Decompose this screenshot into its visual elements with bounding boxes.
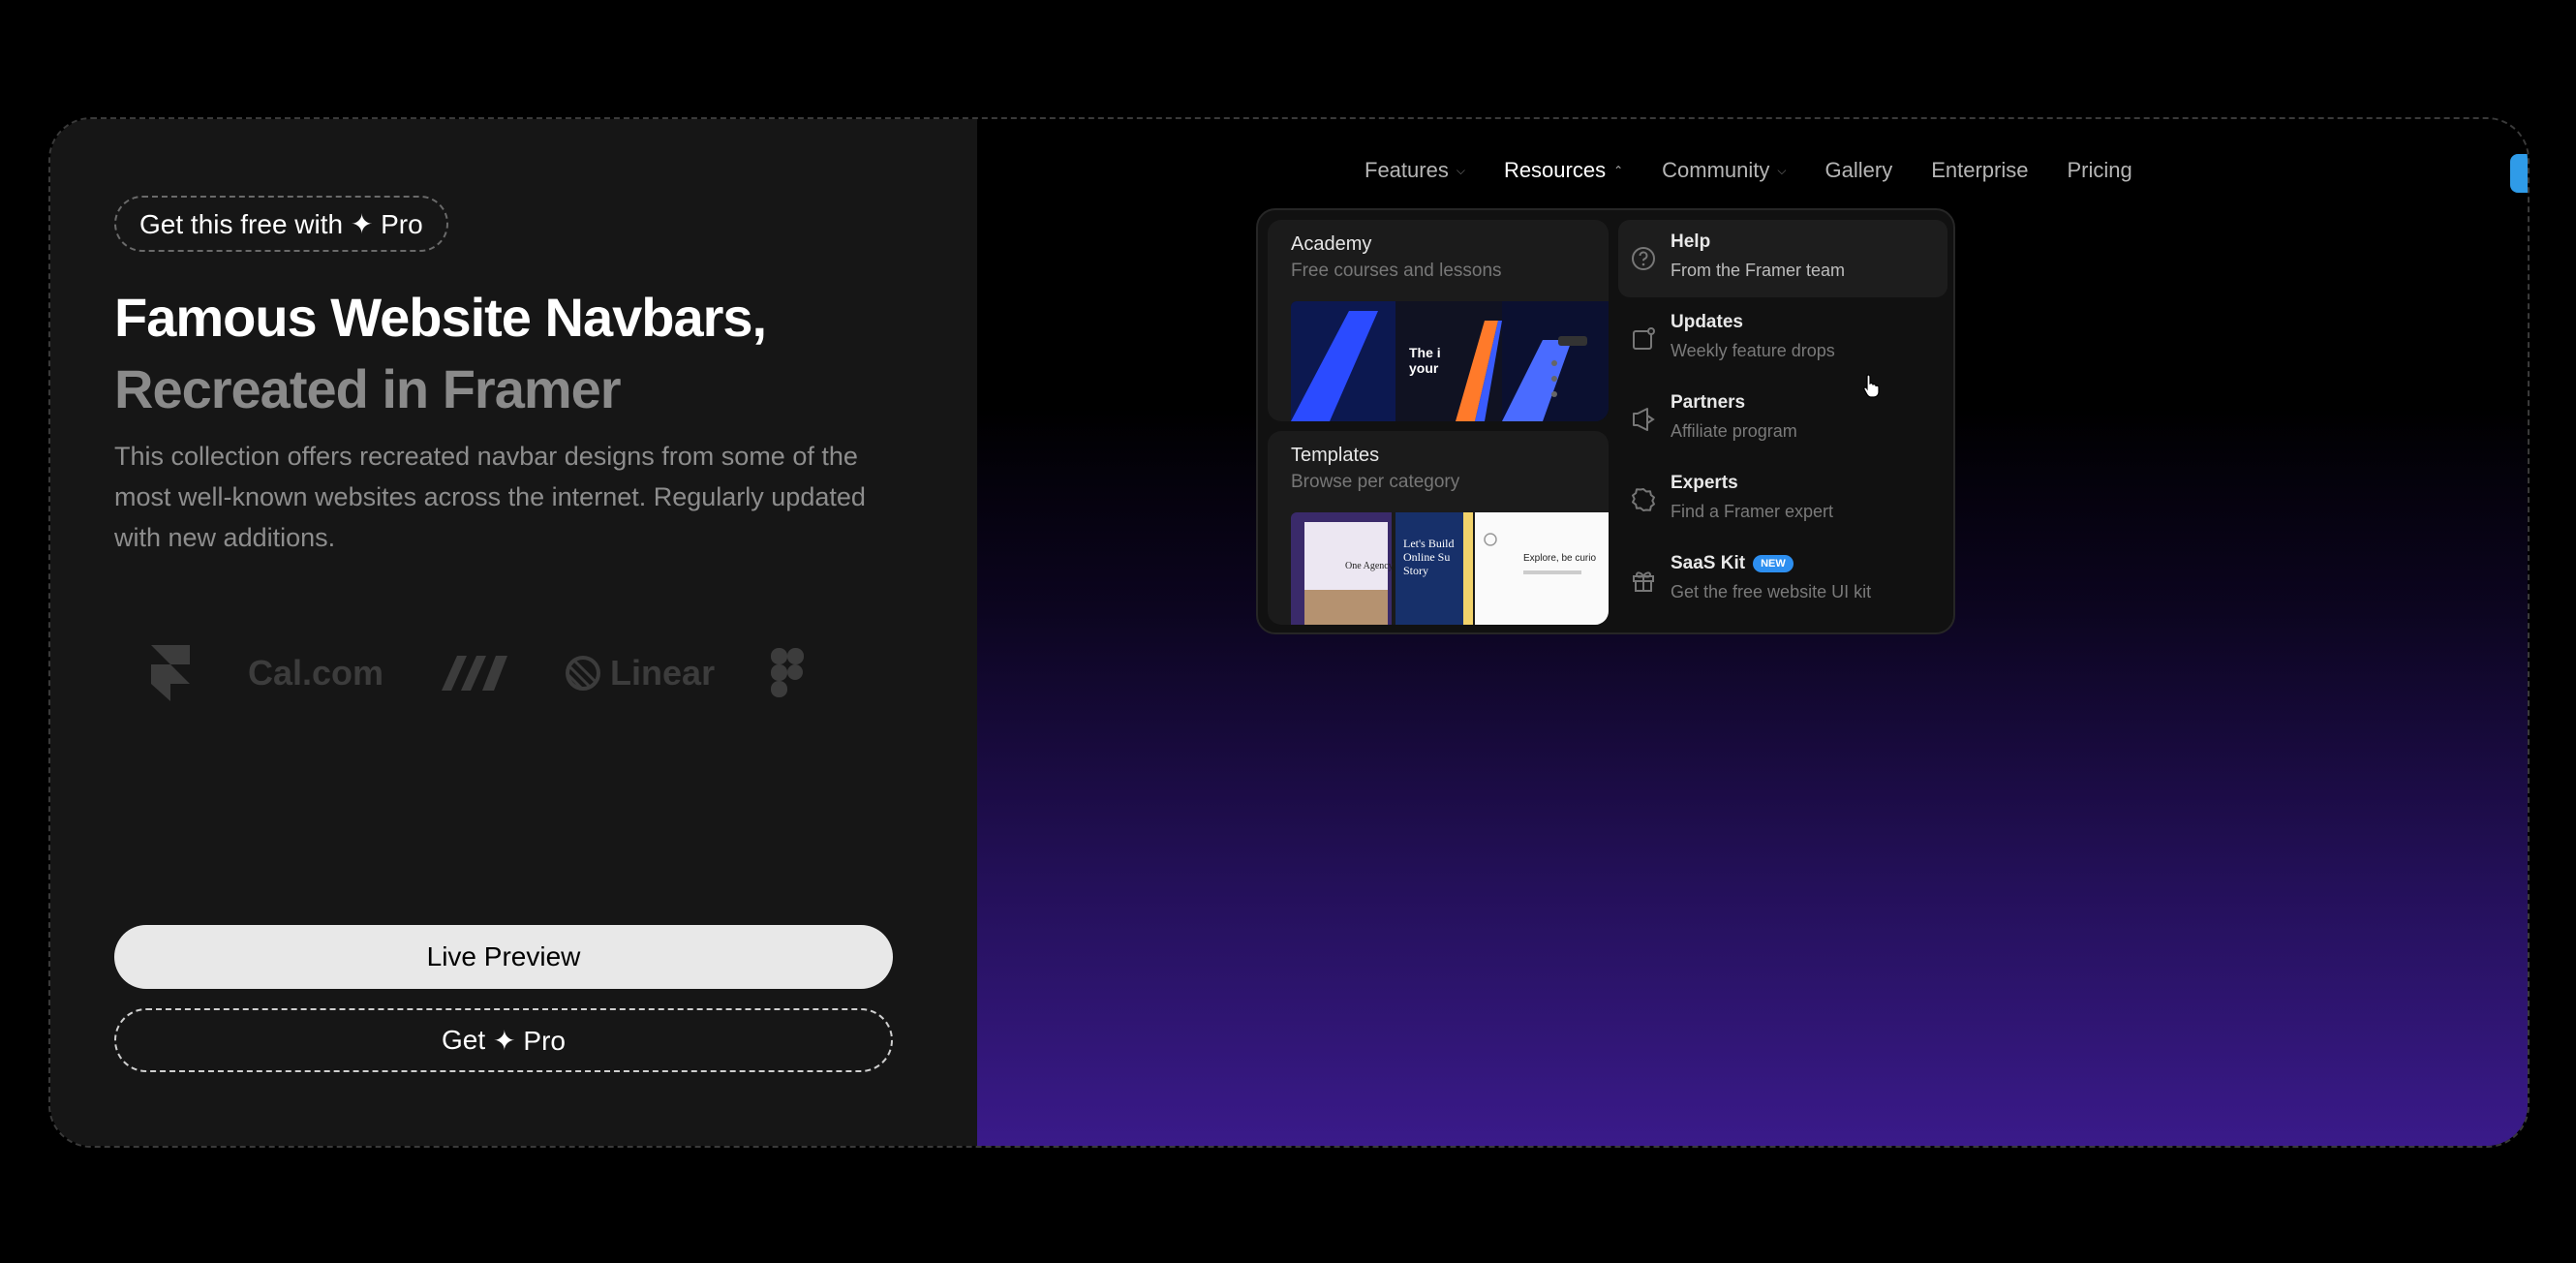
chevron-down-icon: ⌵ bbox=[1456, 163, 1465, 177]
saas-kit-label: SaaS Kit bbox=[1671, 553, 1746, 573]
preview-panel: Features ⌵ Resources ⌃ Community ⌵ Galle… bbox=[977, 119, 2528, 1146]
headline-line-2: Recreated in Framer bbox=[114, 358, 622, 419]
svg-text:Online Su: Online Su bbox=[1403, 550, 1450, 564]
nav-label: Resources bbox=[1503, 158, 1607, 182]
framer-logo-icon bbox=[149, 645, 192, 701]
menu-item-label: SaaS Kit NEW bbox=[1671, 553, 1794, 574]
menu-item-label: Partners bbox=[1671, 392, 1745, 414]
academy-title: Academy bbox=[1291, 233, 1372, 255]
templates-card[interactable]: Templates Browse per category One Agency… bbox=[1268, 431, 1609, 625]
help-circle-icon bbox=[1632, 247, 1655, 270]
updates-label: Updates bbox=[1671, 312, 1743, 332]
nav-label: Pricing bbox=[2067, 158, 2132, 182]
svg-text:your: your bbox=[1409, 360, 1439, 376]
menu-item-label: Experts bbox=[1671, 473, 1738, 494]
nav-label: Community bbox=[1662, 158, 1770, 182]
page-title: Famous Website Navbars, Recreated in Fra… bbox=[114, 282, 767, 425]
nav-label: Enterprise bbox=[1931, 158, 2029, 182]
gift-icon bbox=[1633, 571, 1654, 592]
menu-item-partners[interactable]: Partners Affiliate program bbox=[1618, 381, 1947, 458]
help-label: Help bbox=[1671, 231, 1711, 252]
brand-logos: Cal.com Linear bbox=[114, 625, 918, 722]
templates-title: Templates bbox=[1291, 445, 1380, 466]
menu-item-sub: From the Framer team bbox=[1671, 261, 1846, 280]
resources-dropdown: Academy Free courses and lessons The i y… bbox=[1256, 208, 1955, 634]
templates-thumbnail: One Agency Let's Build Online Su Story E… bbox=[1291, 512, 1609, 625]
nav-item-resources[interactable]: Resources ⌃ bbox=[1504, 158, 1623, 183]
menu-item-label: Updates bbox=[1671, 312, 1743, 333]
nav-label: Features bbox=[1365, 158, 1449, 182]
live-preview-button[interactable]: Live Preview bbox=[114, 925, 893, 989]
academy-thumbnail: The i your bbox=[1291, 301, 1609, 421]
make-logo-icon bbox=[440, 654, 509, 693]
svg-text:The i: The i bbox=[1409, 345, 1441, 360]
partners-label: Partners bbox=[1671, 392, 1746, 413]
chevron-up-icon: ⌃ bbox=[1613, 164, 1624, 177]
menu-item-help[interactable]: Help From the Framer team bbox=[1618, 220, 1947, 297]
svg-text:Story: Story bbox=[1403, 564, 1428, 577]
navbar: Features ⌵ Resources ⌃ Community ⌵ Galle… bbox=[1365, 158, 2132, 183]
description: This collection offers recreated navbar … bbox=[114, 442, 866, 552]
linear-logo-text: Linear bbox=[610, 653, 716, 693]
menu-item-experts[interactable]: Experts Find a Framer expert bbox=[1618, 461, 1947, 539]
nav-item-pricing[interactable]: Pricing bbox=[2067, 158, 2131, 183]
get-pro-prefix: Get bbox=[442, 1025, 486, 1055]
badge-icon bbox=[1632, 488, 1655, 511]
menu-item-sub: Weekly feature drops bbox=[1671, 341, 1835, 360]
menu-item-label: Help bbox=[1671, 231, 1710, 253]
chevron-down-icon: ⌵ bbox=[1777, 163, 1787, 177]
resources-link-list: Help From the Framer team Updates Weekly… bbox=[1618, 220, 1947, 622]
menu-item-sub: Get the free website UI kit bbox=[1671, 582, 1872, 601]
nav-cta-button-edge[interactable] bbox=[2510, 154, 2528, 193]
menu-item-saas-kit[interactable]: SaaS Kit NEW Get the free website UI kit bbox=[1618, 541, 1947, 619]
figma-logo-icon bbox=[771, 648, 805, 698]
showcase-card: Get this free with ✦ Pro Famous Website … bbox=[48, 117, 2530, 1148]
calcom-logo-text: Cal.com bbox=[248, 653, 384, 693]
svg-text:Let's Build: Let's Build bbox=[1403, 537, 1455, 550]
nav-item-features[interactable]: Features ⌵ bbox=[1365, 158, 1465, 183]
academy-subtitle: Free courses and lessons bbox=[1291, 261, 1502, 281]
megaphone-icon bbox=[1633, 408, 1655, 431]
headline-line-1: Famous Website Navbars, bbox=[114, 287, 767, 348]
live-preview-label: Live Preview bbox=[426, 941, 581, 971]
hand-cursor-icon bbox=[1863, 374, 1880, 398]
pro-pill-label: Get this free with ✦ Pro bbox=[139, 208, 423, 239]
menu-item-sub: Affiliate program bbox=[1671, 421, 1797, 441]
linear-logo: Linear bbox=[566, 653, 715, 693]
nav-item-enterprise[interactable]: Enterprise bbox=[1931, 158, 2028, 183]
updates-icon bbox=[1633, 327, 1655, 350]
info-panel: Get this free with ✦ Pro Famous Website … bbox=[50, 119, 977, 1146]
nav-item-gallery[interactable]: Gallery bbox=[1825, 158, 1893, 183]
nav-label: Gallery bbox=[1825, 158, 1893, 182]
templates-subtitle: Browse per category bbox=[1291, 472, 1460, 492]
svg-text:Explore, be curio: Explore, be curio bbox=[1523, 553, 1596, 564]
get-pro-button[interactable]: Get ✦ Pro bbox=[114, 1008, 893, 1072]
experts-label: Experts bbox=[1671, 473, 1738, 493]
svg-text:One Agency: One Agency bbox=[1345, 561, 1394, 571]
get-free-with-pro-pill[interactable]: Get this free with ✦ Pro bbox=[114, 196, 448, 252]
calcom-logo: Cal.com bbox=[248, 653, 383, 693]
get-pro-suffix: ✦ Pro bbox=[493, 1025, 566, 1056]
menu-item-sub: Find a Framer expert bbox=[1671, 502, 1834, 521]
academy-card[interactable]: Academy Free courses and lessons The i y… bbox=[1268, 220, 1609, 421]
menu-item-updates[interactable]: Updates Weekly feature drops bbox=[1618, 300, 1947, 378]
new-badge: NEW bbox=[1753, 555, 1794, 572]
nav-item-community[interactable]: Community ⌵ bbox=[1662, 158, 1786, 183]
